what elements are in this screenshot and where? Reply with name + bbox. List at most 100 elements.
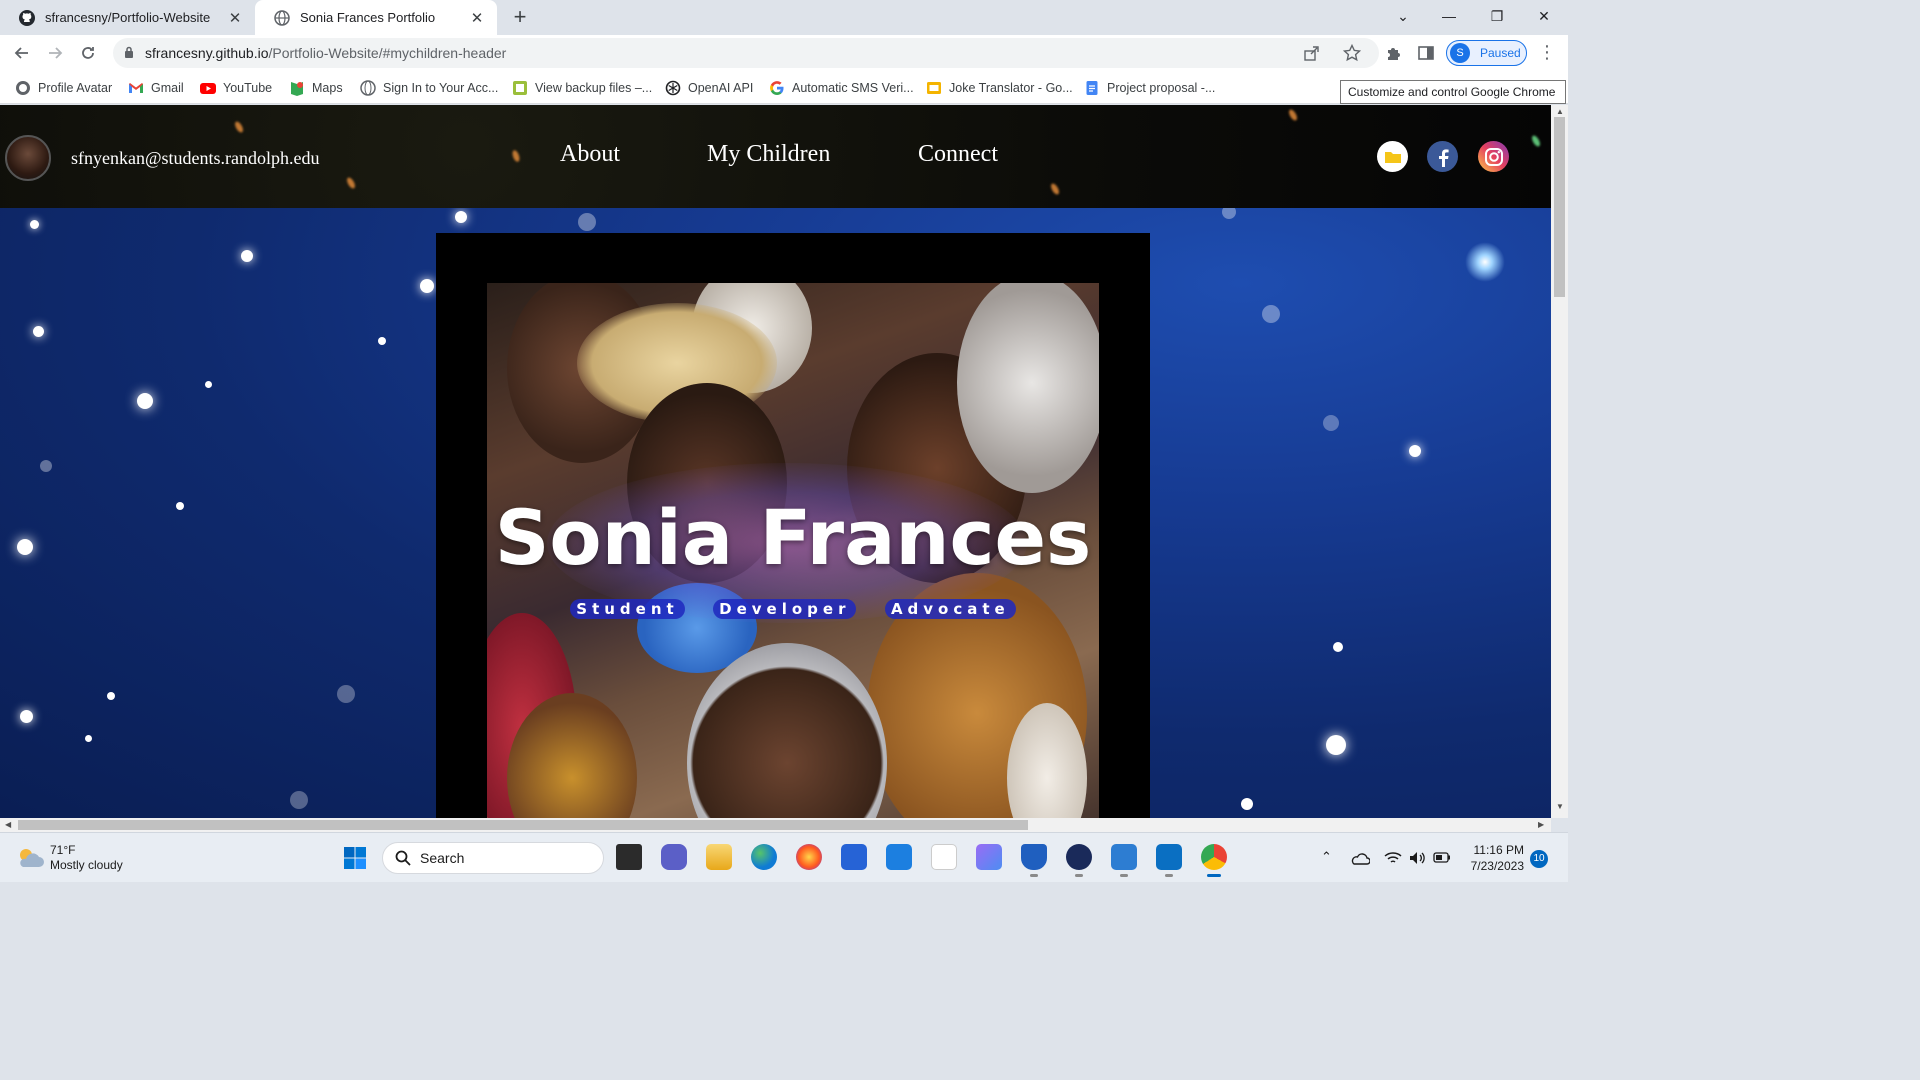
bookmark-sms-verification[interactable]: Automatic SMS Veri... bbox=[769, 78, 914, 98]
star bbox=[20, 710, 33, 723]
share-icon[interactable] bbox=[1302, 44, 1320, 62]
docs-icon bbox=[1086, 81, 1098, 95]
task-view-icon[interactable] bbox=[616, 844, 642, 870]
bookmark-maps[interactable]: Maps bbox=[289, 78, 343, 98]
role-student: Student bbox=[570, 599, 685, 619]
back-button[interactable] bbox=[8, 39, 36, 67]
bookmark-openai[interactable]: OpenAI API bbox=[665, 78, 753, 98]
spark bbox=[1530, 134, 1542, 148]
reload-button[interactable] bbox=[74, 39, 102, 67]
lock-icon bbox=[125, 46, 133, 58]
bookmark-label: OpenAI API bbox=[688, 81, 754, 95]
chrome-menu-icon[interactable]: ⋮ bbox=[1537, 43, 1557, 63]
bookmark-label: Maps bbox=[312, 81, 343, 95]
defender-icon[interactable] bbox=[1021, 844, 1047, 877]
nav-about[interactable]: About bbox=[560, 141, 620, 168]
email-link[interactable]: sfnyenkan@students.randolph.edu bbox=[71, 148, 320, 169]
taskbar-search[interactable]: Search bbox=[382, 842, 604, 874]
star bbox=[241, 250, 253, 262]
tab-search-icon[interactable]: ⌄ bbox=[1380, 0, 1426, 32]
bookmark-backup-files[interactable]: View backup files –... bbox=[512, 78, 652, 98]
role-advocate: Advocate bbox=[884, 599, 1016, 619]
bookmark-youtube[interactable]: YouTube bbox=[200, 78, 272, 98]
bookmarks-bar: Profile Avatar Gmail YouTube Maps Sign I… bbox=[0, 72, 1568, 104]
scroll-left-icon[interactable]: ◀ bbox=[5, 820, 11, 829]
onedrive-icon[interactable] bbox=[1350, 851, 1370, 865]
site-navbar: sfnyenkan@students.randolph.edu About My… bbox=[0, 105, 1551, 208]
star bbox=[1262, 305, 1280, 323]
nav-my-children[interactable]: My Children bbox=[707, 141, 830, 168]
backup-icon bbox=[513, 81, 527, 95]
facebook-link[interactable] bbox=[1427, 141, 1458, 172]
volume-icon[interactable] bbox=[1408, 850, 1426, 866]
store-icon[interactable] bbox=[841, 844, 867, 870]
page-viewport: sfnyenkan@students.randolph.edu About My… bbox=[0, 105, 1551, 818]
close-tab-icon[interactable]: ✕ bbox=[227, 10, 243, 27]
wifi-icon[interactable] bbox=[1384, 851, 1402, 865]
notification-badge[interactable]: 10 bbox=[1530, 850, 1548, 868]
browser-toolbar: sfrancesny.github.io/Portfolio-Website/#… bbox=[0, 35, 1568, 72]
vscode-icon[interactable] bbox=[1156, 844, 1182, 877]
spark bbox=[345, 176, 357, 190]
teams-chat-icon[interactable] bbox=[661, 844, 687, 870]
maps-icon bbox=[291, 82, 303, 96]
vertical-scrollbar[interactable]: ▲ ▼ bbox=[1551, 105, 1568, 818]
address-bar[interactable]: sfrancesny.github.io/Portfolio-Website/#… bbox=[113, 38, 1379, 68]
battery-icon[interactable] bbox=[1433, 852, 1451, 863]
scrollbar-thumb[interactable] bbox=[1554, 117, 1565, 297]
close-window-icon[interactable]: ✕ bbox=[1521, 0, 1567, 32]
tab-title: Sonia Frances Portfolio bbox=[300, 10, 436, 25]
amazon-icon[interactable] bbox=[931, 844, 957, 870]
profile-button[interactable]: S Paused bbox=[1446, 40, 1527, 66]
bookmark-star-icon[interactable] bbox=[1343, 44, 1361, 62]
star bbox=[420, 279, 434, 293]
globe-icon bbox=[274, 9, 290, 26]
file-explorer-icon[interactable] bbox=[706, 844, 732, 870]
edge-icon[interactable] bbox=[751, 844, 777, 870]
bookmark-label: Gmail bbox=[151, 81, 184, 95]
bookmark-sign-in[interactable]: Sign In to Your Acc... bbox=[360, 78, 498, 98]
star bbox=[205, 381, 212, 388]
close-tab-icon[interactable]: ✕ bbox=[469, 10, 485, 27]
bookmark-gmail[interactable]: Gmail bbox=[128, 78, 184, 98]
extensions-icon[interactable] bbox=[1385, 44, 1403, 62]
new-tab-button[interactable]: + bbox=[508, 6, 532, 30]
star bbox=[455, 211, 467, 223]
folder-icon bbox=[1384, 151, 1401, 163]
globe-icon bbox=[360, 80, 376, 96]
tab-github[interactable]: sfrancesny/Portfolio-Website ✕ bbox=[0, 0, 255, 35]
weather-widget[interactable]: 71°F Mostly cloudy bbox=[16, 843, 123, 873]
restore-icon[interactable]: ❐ bbox=[1474, 0, 1520, 32]
weather-desc: Mostly cloudy bbox=[50, 858, 123, 872]
taskbar-clock[interactable]: 11:16 PM 7/23/2023 bbox=[1464, 842, 1524, 874]
minimize-icon[interactable]: — bbox=[1426, 0, 1472, 32]
mail-icon[interactable] bbox=[886, 844, 912, 870]
bookmark-profile-avatar[interactable]: Profile Avatar bbox=[15, 78, 112, 98]
avatar[interactable] bbox=[5, 135, 51, 181]
windows-start-icon[interactable] bbox=[343, 846, 367, 870]
bookmark-joke-translator[interactable]: Joke Translator - Go... bbox=[926, 78, 1073, 98]
side-panel-icon[interactable] bbox=[1417, 44, 1435, 62]
scroll-down-icon[interactable]: ▼ bbox=[1556, 802, 1564, 811]
nav-connect[interactable]: Connect bbox=[918, 141, 998, 168]
spark bbox=[1049, 182, 1061, 196]
scroll-right-icon[interactable]: ▶ bbox=[1538, 820, 1544, 829]
tab-portfolio[interactable]: Sonia Frances Portfolio ✕ bbox=[255, 0, 497, 35]
forward-button[interactable] bbox=[41, 39, 69, 67]
firefox-icon[interactable] bbox=[796, 844, 822, 870]
star bbox=[17, 539, 33, 555]
chrome-icon[interactable] bbox=[1201, 844, 1227, 877]
profile-status: Paused bbox=[1480, 46, 1521, 60]
instagram-link[interactable] bbox=[1478, 141, 1509, 172]
scrollbar-thumb[interactable] bbox=[18, 820, 1028, 830]
chevron-up-icon[interactable]: ⌃ bbox=[1321, 849, 1332, 865]
scroll-up-icon[interactable]: ▲ bbox=[1556, 107, 1564, 116]
vpn-icon[interactable] bbox=[1066, 844, 1092, 877]
paint-icon[interactable] bbox=[1111, 844, 1137, 877]
facebook-icon bbox=[1438, 148, 1449, 167]
google-icon bbox=[770, 81, 784, 95]
horizontal-scrollbar[interactable]: ◀ ▶ bbox=[0, 818, 1551, 832]
copilot-icon[interactable] bbox=[976, 844, 1002, 870]
folder-link[interactable] bbox=[1377, 141, 1408, 172]
bookmark-project-proposal[interactable]: Project proposal -... bbox=[1084, 78, 1215, 98]
